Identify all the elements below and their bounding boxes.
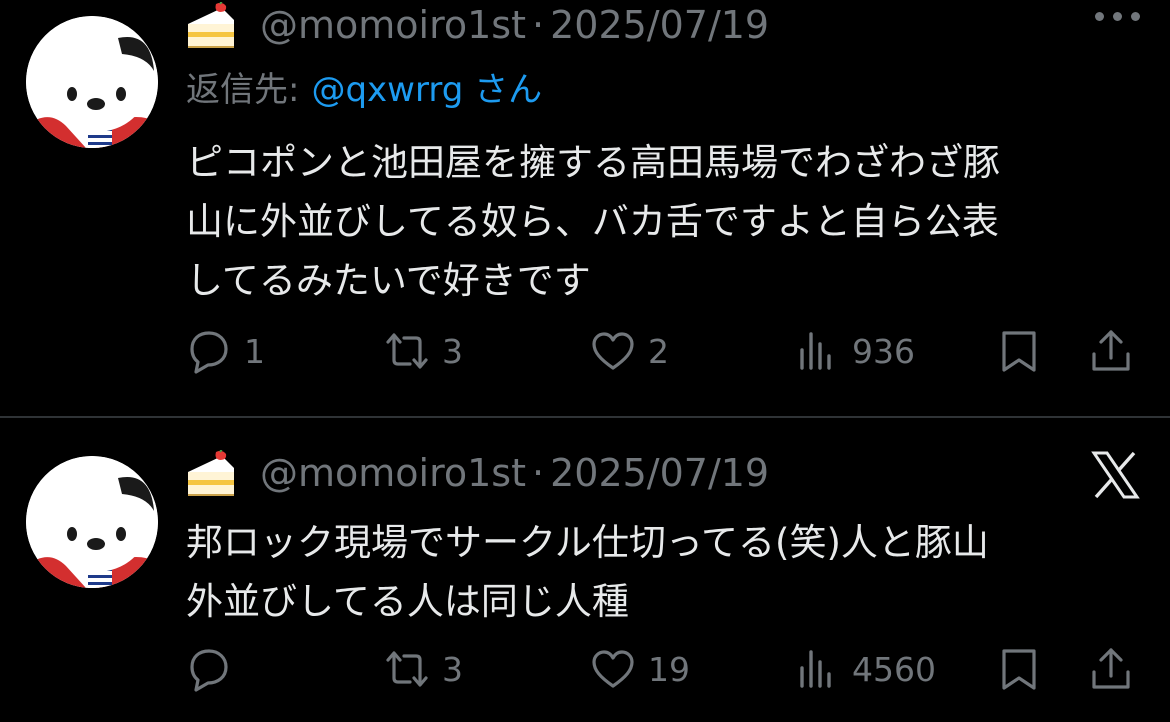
like-button[interactable]: 19 [590,644,690,694]
reply-to: 返信先: @qxwrrg さん [186,62,542,111]
views-count: 936 [852,331,915,371]
share-icon [1092,330,1130,371]
like-icon [592,332,634,370]
share-button[interactable] [1088,326,1134,376]
views-icon [800,650,831,688]
like-count: 2 [648,331,669,371]
bookmark-button[interactable] [996,644,1042,694]
reply-to-label: 返信先: [186,70,300,110]
more-icon[interactable] [1095,12,1140,21]
retweet-icon [386,333,428,369]
cake-emoji [186,2,236,48]
action-bar: 3 19 4560 [186,644,1136,694]
share-button[interactable] [1088,644,1134,694]
views-button[interactable]: 4560 [794,644,936,694]
tweet-text-line: ピコポンと池田屋を擁する高田馬場でわざわざ豚 [186,141,1000,184]
retweet-icon [386,651,428,687]
views-count: 4560 [852,649,936,689]
tweet-text: ピコポンと池田屋を擁する高田馬場でわざわざ豚 山に外並びしてる奴ら、バカ舌ですよ… [186,133,1136,310]
tweet-date[interactable]: 2025/07/19 [550,3,769,47]
views-icon [800,332,831,370]
reply-icon [190,649,228,692]
like-button[interactable]: 2 [590,326,669,376]
bookmark-icon [1002,649,1036,690]
separator: · [532,451,545,495]
retweet-button[interactable]: 3 [384,326,463,376]
action-bar: 1 3 2 936 [186,326,1136,376]
tweet-date[interactable]: 2025/07/19 [550,451,769,495]
separator: · [532,3,545,47]
reply-button[interactable]: 1 [186,326,265,376]
bookmark-icon [1002,331,1036,372]
avatar[interactable] [26,456,158,588]
like-count: 19 [648,649,690,689]
retweet-button[interactable]: 3 [384,644,463,694]
tweet-header: @momoiro1st · 2025/07/19 [186,0,769,50]
x-logo-icon [1091,451,1140,499]
bookmark-button[interactable] [996,326,1042,376]
reply-count: 1 [244,331,265,371]
user-handle[interactable]: @momoiro1st [260,3,526,47]
tweet-header: @momoiro1st · 2025/07/19 [186,448,769,498]
tweet[interactable]: @momoiro1st · 2025/07/19 邦ロック現場でサークル仕切って… [0,418,1170,722]
reply-button[interactable] [186,644,244,694]
tweet-text-line: 山に外並びしてる奴ら、バカ舌ですよと自ら公表 [186,200,999,243]
reply-icon [190,331,228,374]
avatar[interactable] [26,16,158,148]
views-button[interactable]: 936 [794,326,915,376]
reply-mention-link[interactable]: @qxwrrg さん [311,70,542,110]
tweet-text-line: 邦ロック現場でサークル仕切ってる(笑)人と豚山 [186,521,989,564]
tweet-text-line: 外並びしてる人は同じ人種 [186,580,629,623]
retweet-count: 3 [442,331,463,371]
like-icon [592,650,634,688]
share-icon [1092,648,1130,689]
tweet-text-line: してるみたいで好きです [186,259,591,302]
tweet-text: 邦ロック現場でサークル仕切ってる(笑)人と豚山 外並びしてる人は同じ人種 [186,513,1136,631]
tweet[interactable]: @momoiro1st · 2025/07/19 返信先: @qxwrrg さん … [0,0,1170,416]
user-handle[interactable]: @momoiro1st [260,451,526,495]
retweet-count: 3 [442,649,463,689]
cake-emoji [186,450,236,496]
